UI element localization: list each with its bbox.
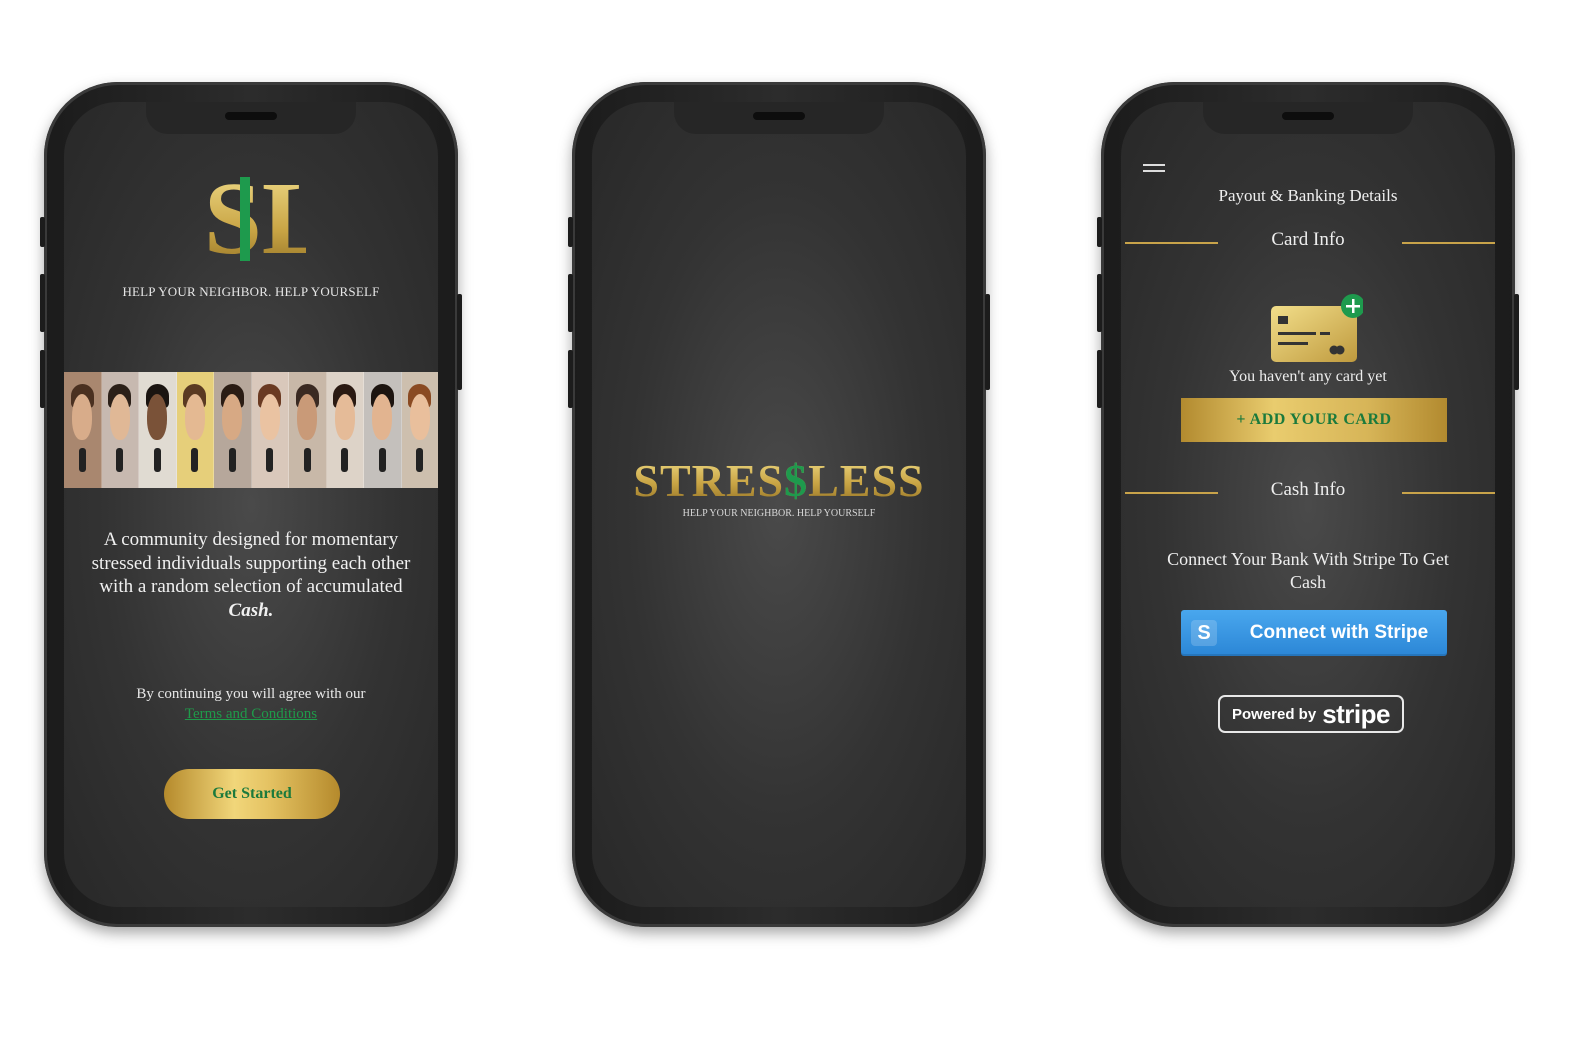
person-photo xyxy=(251,372,289,488)
description-cash: Cash. xyxy=(228,599,274,621)
cash-info-header: Cash Info xyxy=(1121,479,1495,505)
speaker xyxy=(225,112,277,120)
person-photo xyxy=(289,372,327,488)
phone-side-button xyxy=(1097,350,1102,408)
add-card-button[interactable]: + ADD YOUR CARD xyxy=(1181,398,1447,442)
phone-side-button xyxy=(1097,217,1102,247)
divider xyxy=(1402,242,1495,244)
connect-with-stripe-button[interactable]: S Connect with Stripe xyxy=(1181,610,1447,656)
cash-info-label: Cash Info xyxy=(1270,479,1346,500)
card-info-header: Card Info xyxy=(1121,229,1495,255)
speaker xyxy=(753,112,805,120)
logo-letter-s: SL xyxy=(204,161,306,267)
brand-tagline: HELP YOUR NEIGHBOR. HELP YOURSELF xyxy=(682,508,876,519)
person-photo xyxy=(176,372,214,488)
page-title: Payout & Banking Details xyxy=(1218,186,1398,205)
brand-part-2: LESS xyxy=(808,455,925,506)
person-photo xyxy=(64,372,102,488)
community-photo-strip xyxy=(64,372,438,488)
person-photo xyxy=(401,372,438,488)
agree-text: By continuing you will agree with our xyxy=(136,686,366,702)
powered-by-stripe-badge: Powered by stripe xyxy=(1218,695,1404,733)
phone-side-button xyxy=(457,294,462,390)
phone-side-button xyxy=(40,350,45,408)
phone-welcome-screen: SL HELP YOUR NEIGHBOR. HELP YOURSELF A c… xyxy=(40,82,462,927)
screen: Payout & Banking Details Card Info You h… xyxy=(1121,102,1495,907)
person-photo xyxy=(326,372,364,488)
card-info-label: Card Info xyxy=(1271,229,1345,250)
stressless-logo: STRES$LESS xyxy=(592,454,966,507)
logo-green-bar xyxy=(240,177,250,261)
description-text: A community designed for momentary stres… xyxy=(91,529,411,597)
person-photo xyxy=(139,372,177,488)
credit-card-icon xyxy=(1271,294,1363,362)
phone-side-button xyxy=(568,350,573,408)
phone-side-button xyxy=(985,294,990,390)
no-card-text: You haven't any card yet xyxy=(1229,368,1387,385)
brand-part-1: STRES xyxy=(633,455,785,506)
phone-side-button xyxy=(1097,274,1102,332)
hamburger-menu-icon[interactable] xyxy=(1143,164,1165,174)
stripe-s-icon: S xyxy=(1191,620,1217,646)
phone-payout-screen: Payout & Banking Details Card Info You h… xyxy=(1097,82,1519,927)
phone-side-button xyxy=(40,217,45,247)
terms-link[interactable]: Terms and Conditions xyxy=(64,706,438,723)
phone-side-button xyxy=(568,274,573,332)
sl-logo: SL xyxy=(204,161,306,267)
get-started-button[interactable]: Get Started xyxy=(164,769,340,819)
stripe-wordmark: stripe xyxy=(1322,698,1390,729)
powered-by-text: Powered by xyxy=(1231,705,1317,723)
phone-side-button xyxy=(1514,294,1519,390)
phone-splash-screen: STRES$LESS HELP YOUR NEIGHBOR. HELP YOUR… xyxy=(568,82,990,927)
person-photo xyxy=(214,372,252,488)
phone-side-button xyxy=(40,274,45,332)
dollar-sign: $ xyxy=(784,455,809,506)
screen: SL HELP YOUR NEIGHBOR. HELP YOURSELF A c… xyxy=(64,102,438,907)
connect-bank-text: Connect Your Bank With Stripe To Get Cas… xyxy=(1167,549,1449,592)
notch xyxy=(674,102,884,134)
speaker xyxy=(1282,112,1334,120)
person-photo xyxy=(101,372,139,488)
divider xyxy=(1402,492,1495,494)
notch xyxy=(1203,102,1413,134)
person-photo xyxy=(364,372,402,488)
screen: STRES$LESS HELP YOUR NEIGHBOR. HELP YOUR… xyxy=(592,102,966,907)
tagline: HELP YOUR NEIGHBOR. HELP YOURSELF xyxy=(122,284,380,299)
community-description: A community designed for momentary stres… xyxy=(64,528,438,622)
notch xyxy=(146,102,356,134)
stripe-button-label: Connect with Stripe xyxy=(1249,622,1429,643)
phone-side-button xyxy=(568,217,573,247)
